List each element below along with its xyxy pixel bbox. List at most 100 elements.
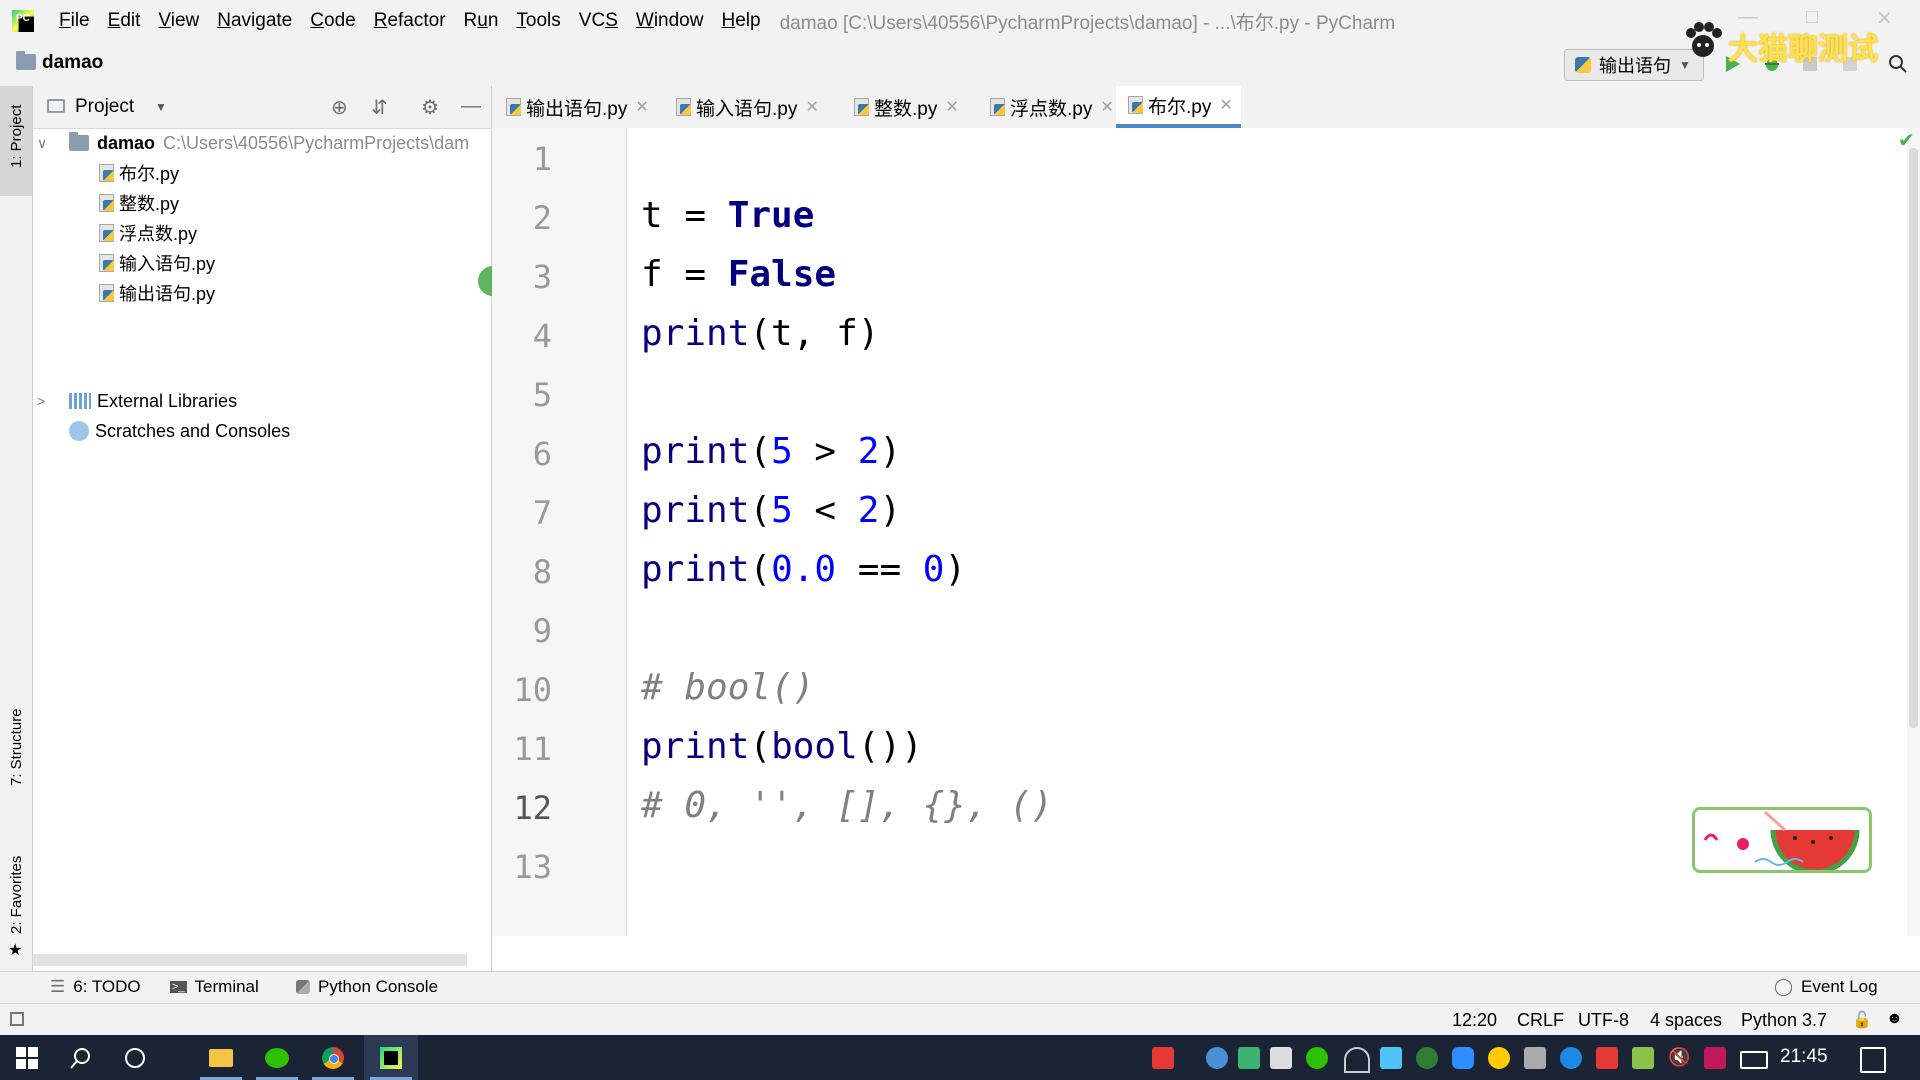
tree-external-libraries[interactable]: > External Libraries <box>37 388 237 414</box>
terminal-tool-button[interactable]: >_ Terminal <box>170 977 259 997</box>
vertical-scrollbar[interactable] <box>1907 128 1920 936</box>
tray-app-icon[interactable] <box>1238 1047 1260 1069</box>
line-number[interactable]: 9 <box>492 612 552 650</box>
line-number[interactable]: 10 <box>492 671 552 709</box>
qq-icon[interactable] <box>1488 1047 1510 1069</box>
line-number[interactable]: 8 <box>492 553 552 591</box>
code-line[interactable]: # 0, '', [], {}, () <box>641 785 1053 826</box>
cortana-icon[interactable] <box>108 1035 162 1080</box>
line-number[interactable]: 1 <box>492 140 552 178</box>
menu-edit[interactable]: Edit <box>99 10 150 32</box>
code-line[interactable]: # bool() <box>641 667 814 708</box>
line-number[interactable]: 12 <box>492 789 552 827</box>
todo-tool-button[interactable]: ☰ 6: TODO <box>50 977 141 997</box>
chevron-down-icon[interactable]: ▼ <box>155 100 167 114</box>
project-view-select[interactable]: Project <box>75 96 134 118</box>
menu-tools[interactable]: Tools <box>507 10 569 32</box>
menu-code[interactable]: Code <box>301 10 364 32</box>
file-item[interactable]: 输入语句.py <box>99 250 215 276</box>
editor-tab[interactable]: 浮点数.py ✕ <box>978 86 1122 128</box>
code-line[interactable]: print(5 > 2) <box>641 431 901 472</box>
close-tab-icon[interactable]: ✕ <box>1100 97 1113 117</box>
lock-icon[interactable]: 🔓 <box>1852 1010 1872 1030</box>
caret-position[interactable]: 12:20 <box>1452 1010 1497 1031</box>
menu-help[interactable]: Help <box>712 10 769 32</box>
project-tool-tab[interactable]: 1: Project <box>0 86 32 196</box>
battery-icon[interactable] <box>1740 1051 1768 1069</box>
chevron-right-icon[interactable]: > <box>37 393 59 409</box>
breadcrumb-project[interactable]: damao <box>42 52 103 74</box>
code-line[interactable]: print(0.0 == 0) <box>641 549 966 590</box>
code-line[interactable]: f = False <box>641 254 836 295</box>
hp-icon[interactable] <box>1560 1047 1582 1069</box>
menu-run[interactable]: Run <box>455 10 508 32</box>
file-item[interactable]: 布尔.py <box>99 160 179 186</box>
wechat-icon[interactable] <box>250 1035 304 1080</box>
line-number[interactable]: 4 <box>492 317 552 355</box>
editor-tab[interactable]: 整数.py ✕ <box>842 86 967 128</box>
file-explorer-icon[interactable] <box>194 1035 248 1080</box>
clock[interactable]: 21:45 <box>1780 1046 1828 1068</box>
toggle-tool-windows-icon[interactable] <box>10 1012 24 1026</box>
tray-app-icon[interactable] <box>1416 1047 1438 1069</box>
menu-vcs[interactable]: VCS <box>570 10 627 32</box>
horizontal-scrollbar[interactable] <box>33 954 467 966</box>
indent-setting[interactable]: 4 spaces <box>1650 1010 1722 1031</box>
close-tab-icon[interactable]: ✕ <box>945 97 958 117</box>
search-icon[interactable] <box>54 1035 108 1080</box>
structure-tool-tab[interactable]: 7: Structure <box>0 686 32 816</box>
wifi-icon[interactable] <box>1344 1047 1370 1073</box>
file-item[interactable]: 整数.py <box>99 190 179 216</box>
tray-app-icon[interactable] <box>1632 1047 1654 1069</box>
file-encoding[interactable]: UTF-8 <box>1578 1010 1629 1031</box>
menu-window[interactable]: Window <box>627 10 713 32</box>
line-number[interactable]: 7 <box>492 494 552 532</box>
pycharm-taskbar-icon[interactable] <box>364 1035 418 1080</box>
line-number[interactable]: 11 <box>492 730 552 768</box>
python-console-tool-button[interactable]: Python Console <box>296 977 438 997</box>
chrome-icon[interactable] <box>306 1035 360 1080</box>
close-tab-icon[interactable]: ✕ <box>1219 95 1232 115</box>
sogou-input-icon[interactable] <box>1152 1047 1174 1069</box>
close-tab-icon[interactable]: ✕ <box>805 97 818 117</box>
line-number[interactable]: 2 <box>492 199 552 237</box>
line-number[interactable]: 6 <box>492 435 552 473</box>
menu-view[interactable]: View <box>149 10 208 32</box>
wechat-tray-icon[interactable] <box>1306 1047 1328 1069</box>
tray-app-icon[interactable] <box>1524 1047 1546 1069</box>
code-line[interactable]: t = True <box>641 195 814 236</box>
line-number[interactable]: 5 <box>492 376 552 414</box>
python-interpreter[interactable]: Python 3.7 <box>1741 1010 1827 1031</box>
tray-app-icon[interactable] <box>1596 1047 1618 1069</box>
zoom-icon[interactable] <box>1452 1047 1474 1069</box>
favorites-tool-tab[interactable]: 2: Favorites ★ <box>0 836 32 966</box>
chevron-down-icon[interactable]: ∨ <box>37 135 59 152</box>
editor-tab[interactable]: 输入语句.py ✕ <box>664 86 827 128</box>
gear-icon[interactable]: ⚙ <box>421 95 439 120</box>
line-number[interactable]: 3 <box>492 258 552 296</box>
line-separator[interactable]: CRLF <box>1517 1010 1564 1031</box>
notification-icon[interactable] <box>1860 1047 1886 1073</box>
close-tab-icon[interactable]: ✕ <box>635 97 648 117</box>
tray-app-icon[interactable] <box>1380 1047 1402 1069</box>
menu-navigate[interactable]: Navigate <box>208 10 301 32</box>
file-item[interactable]: 浮点数.py <box>99 220 197 246</box>
menu-refactor[interactable]: Refactor <box>365 10 455 32</box>
windows-start-icon[interactable] <box>0 1035 54 1080</box>
collapse-all-icon[interactable]: ⇵ <box>371 95 388 120</box>
locate-icon[interactable]: ⊕ <box>331 95 348 120</box>
editor-tab[interactable]: 布尔.py ✕ <box>1116 86 1241 128</box>
tree-scratches[interactable]: Scratches and Consoles <box>37 418 290 444</box>
tray-app-icon[interactable] <box>1206 1047 1228 1069</box>
scrollbar-thumb[interactable] <box>1909 148 1918 728</box>
hide-panel-icon[interactable]: — <box>461 95 481 118</box>
shield-icon[interactable] <box>1270 1047 1292 1069</box>
event-log-tool-button[interactable]: ◯ Event Log <box>1774 977 1878 997</box>
code-line[interactable]: print(bool()) <box>641 726 923 767</box>
code-line[interactable]: print(t, f) <box>641 313 879 354</box>
line-number[interactable]: 13 <box>492 848 552 886</box>
code-line[interactable]: print(5 < 2) <box>641 490 901 531</box>
tray-app-icon[interactable] <box>1704 1047 1726 1069</box>
volume-muted-icon[interactable]: 🔇 <box>1668 1047 1690 1069</box>
menu-file[interactable]: File <box>50 10 99 32</box>
